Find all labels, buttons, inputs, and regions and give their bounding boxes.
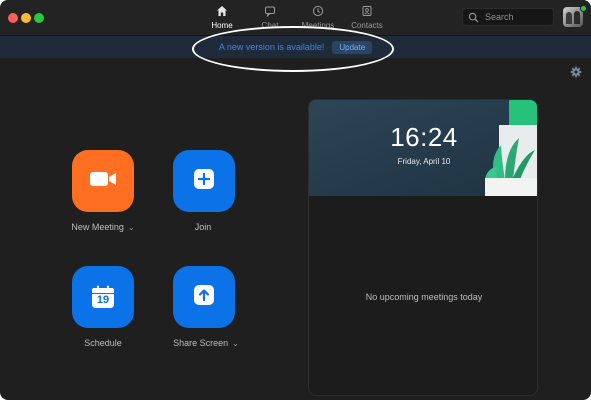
- maximize-window-button[interactable]: [34, 13, 44, 23]
- tab-contacts-label: Contacts: [351, 21, 383, 30]
- calendar-icon: 19: [90, 284, 116, 310]
- chat-icon: [263, 4, 277, 18]
- search-box[interactable]: [462, 8, 554, 26]
- clock-icon: [311, 4, 325, 18]
- tab-home[interactable]: Home: [197, 4, 247, 32]
- schedule-label: Schedule: [84, 338, 122, 348]
- plus-icon: [192, 167, 216, 196]
- new-meeting-label-row[interactable]: New Meeting ⌄: [60, 222, 146, 232]
- new-meeting-button[interactable]: [72, 150, 134, 212]
- minimize-window-button[interactable]: [21, 13, 31, 23]
- new-meeting-label: New Meeting: [71, 222, 124, 232]
- contacts-icon: [360, 4, 374, 18]
- update-button[interactable]: Update: [332, 40, 373, 54]
- share-screen-label-row[interactable]: Share Screen ⌄: [160, 338, 252, 348]
- tab-meetings-label: Meetings: [301, 21, 335, 30]
- clock-header: 16:24 Friday, April 10: [309, 100, 537, 196]
- title-bar: Home Chat Meetings Contacts Search: [0, 0, 591, 36]
- share-screen-icon: [192, 283, 216, 312]
- share-screen-label: Share Screen: [173, 338, 229, 348]
- chevron-down-icon[interactable]: ⌄: [232, 339, 239, 348]
- chevron-down-icon[interactable]: ⌄: [128, 223, 135, 232]
- share-screen-button[interactable]: [173, 266, 235, 328]
- upcoming-meetings-card: 16:24 Friday, April 10 No upcoming meeti…: [308, 99, 538, 396]
- no-meetings-message: No upcoming meetings today: [365, 292, 483, 302]
- video-camera-icon: [88, 169, 118, 194]
- tab-contacts[interactable]: Contacts: [342, 4, 392, 32]
- clock-time: 16:24: [390, 122, 458, 152]
- gear-icon[interactable]: [570, 65, 582, 78]
- home-icon: [215, 4, 229, 18]
- tab-chat[interactable]: Chat: [245, 4, 295, 32]
- search-input[interactable]: [485, 12, 545, 22]
- join-button[interactable]: [173, 150, 235, 212]
- presence-status-icon: [580, 5, 587, 12]
- join-label: Join: [194, 222, 212, 232]
- tab-chat-label: Chat: [261, 21, 279, 30]
- calendar-day-number: 19: [96, 294, 110, 306]
- tab-home-label: Home: [211, 21, 233, 30]
- update-message: A new version is available!: [218, 42, 325, 52]
- schedule-button[interactable]: 19: [72, 266, 134, 328]
- zoom-window: Home Chat Meetings Contacts Search A new…: [0, 0, 591, 400]
- close-window-button[interactable]: [8, 13, 18, 23]
- search-icon: [468, 11, 480, 23]
- tab-meetings[interactable]: Meetings: [293, 4, 343, 32]
- update-banner: A new version is available! Update: [0, 36, 591, 58]
- clock-date: Friday, April 10: [397, 157, 451, 166]
